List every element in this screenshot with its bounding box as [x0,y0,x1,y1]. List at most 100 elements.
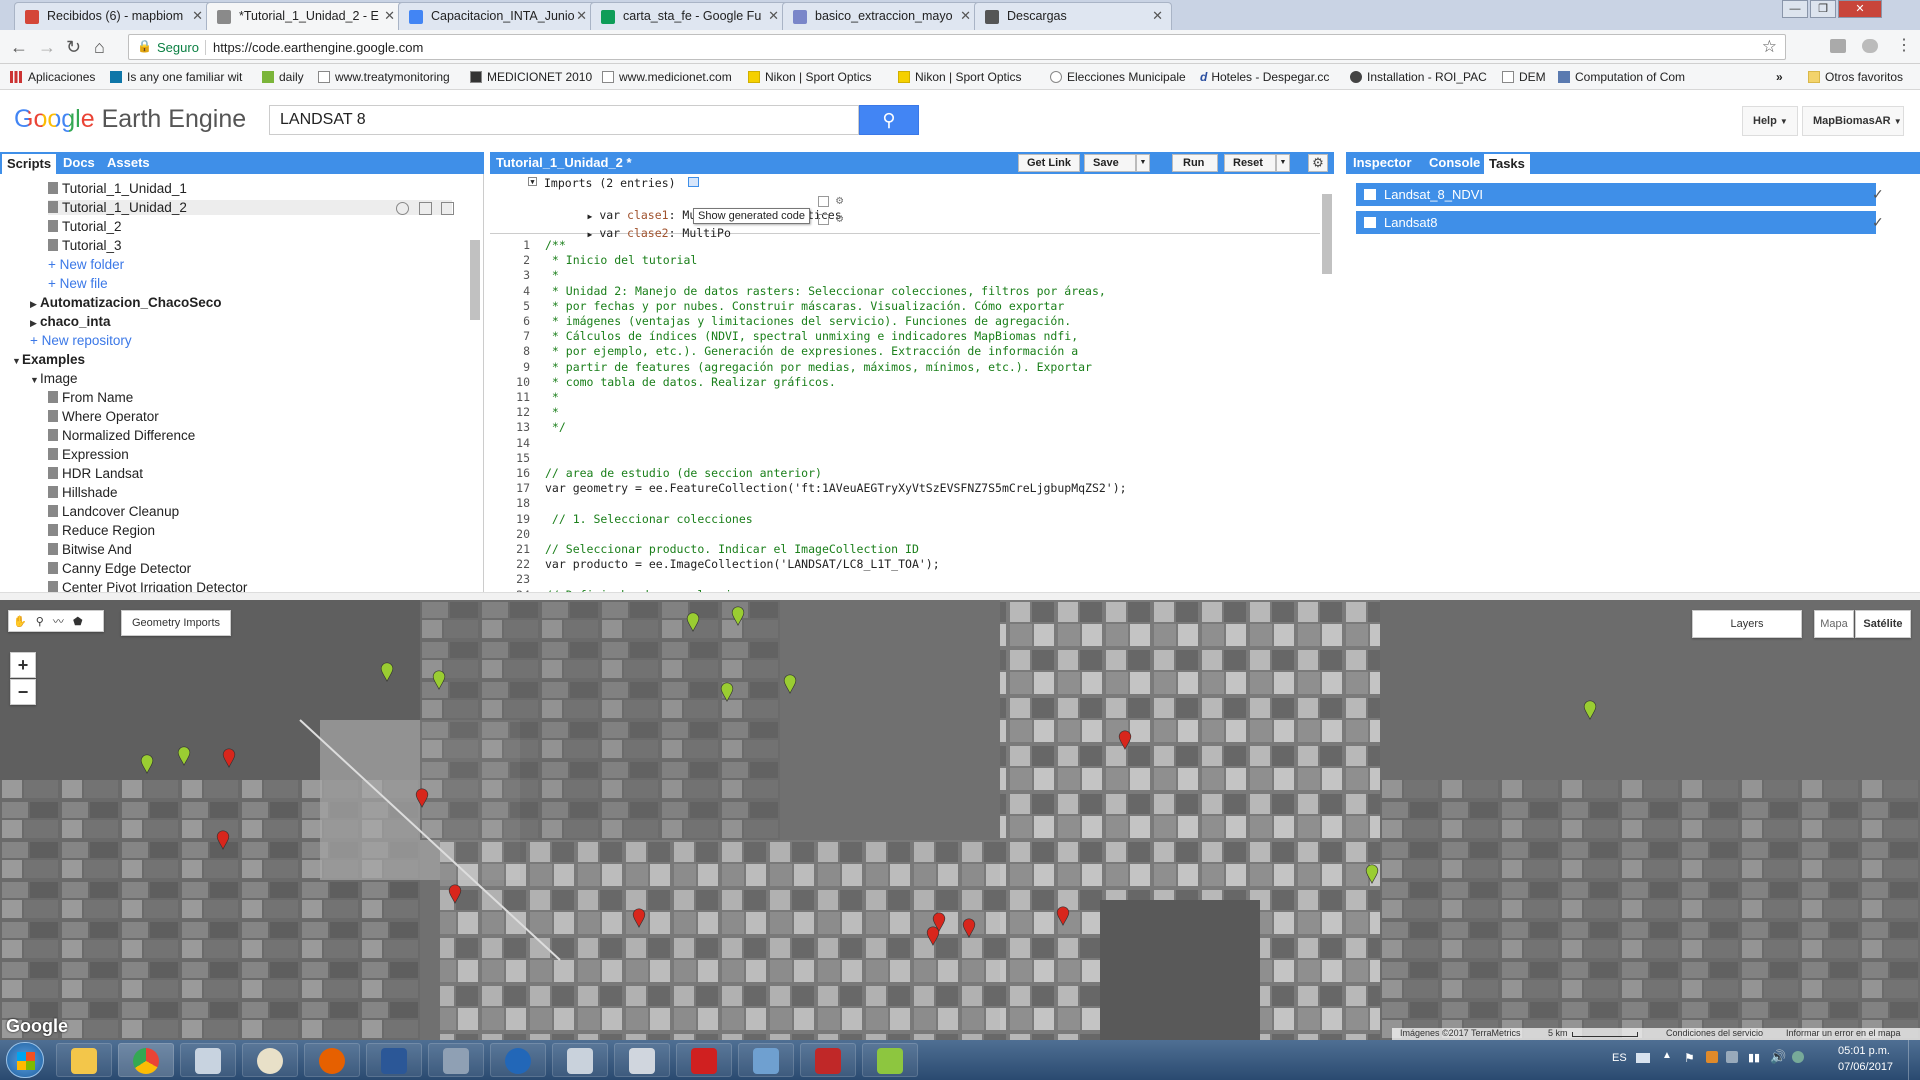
tab-assets[interactable]: Assets [107,155,150,170]
map-marker-icon[interactable] [720,682,734,702]
new-item-link[interactable]: + New folder [48,257,124,272]
line-icon[interactable]: 〰 [53,616,64,628]
chevron-right-icon[interactable]: ▶ [30,299,40,310]
tray-icon[interactable] [1726,1051,1738,1063]
section-header[interactable]: ▼Examples [12,352,85,367]
browser-tab-basico[interactable]: basico_extraccion_mayo ✕ [782,2,980,30]
map-marker-icon[interactable] [432,670,446,690]
maximize-button[interactable]: ❐ [1810,0,1836,18]
tab-console[interactable]: Console [1429,155,1480,170]
bookmark-item[interactable]: d Hoteles - Despegar.cc [1200,70,1329,84]
bookmark-item[interactable]: Is any one familiar wit [110,70,242,84]
user-account-button[interactable]: MapBiomasAR ▼ [1802,106,1904,136]
map-marker-icon[interactable] [962,918,976,938]
bookmark-item[interactable]: daily [262,70,304,84]
start-button[interactable] [6,1042,44,1078]
map-marker-icon[interactable] [448,884,462,904]
map-marker-icon[interactable] [140,754,154,774]
help-button[interactable]: Help ▼ [1742,106,1798,136]
repository-item[interactable]: ▶ Automatizacion_ChacoSeco [30,295,222,310]
delete-icon[interactable] [441,202,455,215]
bookmark-item[interactable]: MEDICIONET 2010 [470,70,592,84]
bookmarks-more-button[interactable]: » [1776,70,1783,84]
menu-icon[interactable]: ⋮ [1896,35,1912,55]
left-scrollbar[interactable] [470,240,480,320]
volume-icon[interactable]: 🔊 [1770,1049,1786,1065]
map-marker-icon[interactable] [177,746,191,766]
taskbar-acrobat[interactable] [676,1043,732,1077]
code-line[interactable]: var producto = ee.ImageCollection('LANDS… [545,557,940,571]
window-close-button[interactable]: ✕ [1838,0,1882,18]
repository-item[interactable]: ▶ chaco_inta [30,314,111,329]
new-item-link[interactable]: + New file [48,276,108,291]
forward-icon[interactable]: → [38,37,56,57]
code-line[interactable]: * [545,390,559,404]
taskbar-network[interactable] [552,1043,608,1077]
script-item[interactable]: Tutorial_2 [48,219,122,234]
show-code-icon[interactable] [688,177,699,187]
show-desktop-button[interactable] [1908,1040,1920,1080]
map-marker-icon[interactable] [783,674,797,694]
clock-date[interactable]: 07/06/2017 [1838,1061,1893,1073]
code-line[interactable]: var geometry = ee.FeatureCollection('ft:… [545,481,1127,495]
script-item[interactable]: Canny Edge Detector [48,561,191,576]
show-hidden-icons[interactable]: ▲ [1662,1050,1672,1061]
chevron-down-icon[interactable]: ▼ [30,375,40,385]
script-item[interactable]: Center Pivot Irrigation Detector [48,580,247,592]
new-item-link[interactable]: + New repository [30,333,132,348]
taskbar-firefox[interactable] [304,1043,360,1077]
keyboard-icon[interactable] [1636,1053,1650,1063]
gear-icon[interactable]: ⚙ [836,193,843,207]
gear-icon[interactable]: ⚙ [836,211,843,225]
earth-engine-logo[interactable]: Google Earth Engine [14,105,246,134]
map-marker-icon[interactable] [380,662,394,682]
editor-scrollbar[interactable] [1322,194,1332,274]
polygon-icon[interactable]: ⬟ [73,616,83,628]
map-marker-icon[interactable] [415,788,429,808]
reset-dropdown-icon[interactable]: ▼ [1276,154,1290,172]
taskbar-r[interactable] [490,1043,546,1077]
script-item[interactable]: Where Operator [48,409,159,424]
tray-icon[interactable] [1792,1051,1804,1063]
layers-button[interactable]: Layers [1692,610,1802,638]
search-button[interactable]: ⚲ [859,105,919,135]
code-line[interactable]: * imágenes (ventajas y limitaciones del … [545,314,1071,328]
taskbar-printer[interactable] [614,1043,670,1077]
search-input[interactable]: LANDSAT 8 [269,105,859,135]
code-line[interactable]: // Seleccionar producto. Indicar el Imag… [545,542,919,556]
task-item[interactable]: Landsat8 [1356,211,1876,234]
point-icon[interactable]: ⚲ [36,616,44,628]
map-marker-icon[interactable] [1056,906,1070,926]
taskbar-app[interactable] [800,1043,856,1077]
gear-icon[interactable]: ⚙ [1308,154,1328,172]
language-indicator[interactable]: ES [1612,1052,1627,1064]
close-icon[interactable]: ✕ [576,8,587,24]
home-icon[interactable]: ⌂ [94,37,105,57]
code-line[interactable]: // area de estudio (de seccion anterior) [545,466,822,480]
history-icon[interactable] [396,202,409,215]
hand-icon[interactable]: ✋ [13,616,27,628]
run-button[interactable]: Run [1172,154,1218,172]
import-color-swatch[interactable] [818,214,829,225]
script-item[interactable]: Hillshade [48,485,118,500]
import-color-swatch[interactable] [818,196,829,207]
close-icon[interactable]: ✕ [192,8,203,24]
extension-icon[interactable] [1830,39,1846,53]
taskbar-word[interactable] [366,1043,422,1077]
map-marker-icon[interactable] [926,926,940,946]
geometry-imports-button[interactable]: Geometry Imports [121,610,232,636]
script-item[interactable]: Bitwise And [48,542,132,557]
address-bar[interactable]: 🔒 Seguro https://code.earthengine.google… [128,34,1786,60]
terms-link[interactable]: Condiciones del servicio [1666,1028,1763,1038]
map-marker-icon[interactable] [632,908,646,928]
taskbar-explorer[interactable] [56,1043,112,1077]
browser-tab-downloads[interactable]: Descargas ✕ [974,2,1172,30]
tab-inspector[interactable]: Inspector [1353,155,1412,170]
code-line[interactable]: * [545,268,559,282]
script-item[interactable]: Tutorial_1_Unidad_1 [48,181,187,196]
taskbar-arcgis[interactable] [428,1043,484,1077]
bookmark-item[interactable]: Installation - ROI_PAC [1350,70,1487,84]
bookmark-item[interactable]: DEM [1502,70,1546,84]
code-line[interactable]: * como tabla de datos. Realizar gráficos… [545,375,836,389]
panel-splitter[interactable] [0,592,1920,600]
